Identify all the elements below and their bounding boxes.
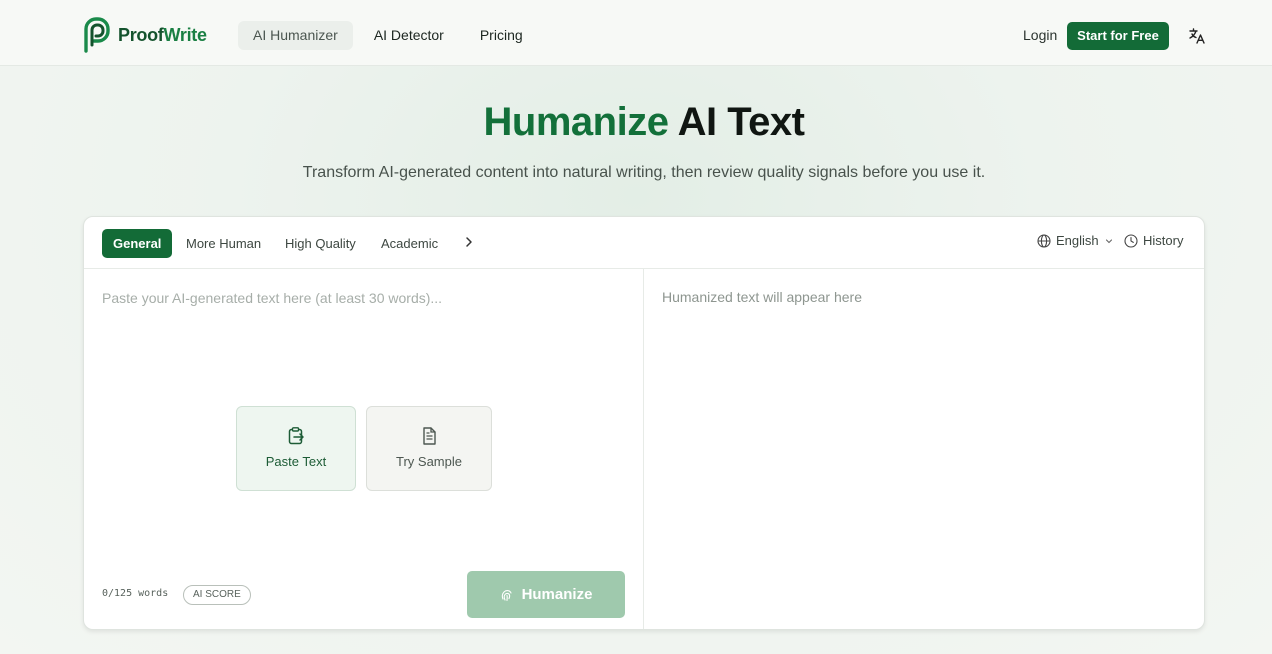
output-area: Humanized text will appear here xyxy=(662,289,862,305)
tab-more-human[interactable]: More Human xyxy=(186,229,261,258)
globe-icon xyxy=(1037,233,1051,248)
brand-name: ProofWrite xyxy=(118,25,207,45)
tab-general[interactable]: General xyxy=(102,229,173,258)
clipboard-paste-icon xyxy=(288,427,304,445)
title-rest: AI Text xyxy=(677,100,805,144)
top-header: ProofWrite AI Humanizer AI Detector Pric… xyxy=(0,0,1272,66)
chevron-down-icon xyxy=(1105,238,1112,243)
login-link[interactable]: Login xyxy=(1023,27,1057,43)
brand-logo[interactable]: ProofWrite xyxy=(82,17,207,54)
document-icon xyxy=(423,427,436,445)
humanize-button[interactable]: Humanize xyxy=(467,571,625,618)
language-label: English xyxy=(1056,233,1099,248)
translate-icon[interactable] xyxy=(1188,27,1206,45)
paste-text-label: Paste Text xyxy=(265,454,327,469)
nav-ai-detector[interactable]: AI Detector xyxy=(359,21,459,50)
page-title: Humanize AI Text xyxy=(0,100,1272,145)
tab-academic[interactable]: Academic xyxy=(381,229,438,258)
title-accent: Humanize xyxy=(483,100,669,144)
nav-pricing[interactable]: Pricing xyxy=(465,21,538,50)
main-nav: AI Humanizer AI Detector Pricing xyxy=(238,21,538,50)
start-for-free-button[interactable]: Start for Free xyxy=(1067,22,1169,50)
tab-high-quality[interactable]: High Quality xyxy=(285,229,356,258)
chevron-right-icon[interactable] xyxy=(462,235,476,249)
input-textarea[interactable]: Paste your AI-generated text here (at le… xyxy=(102,290,442,306)
history-button[interactable]: History xyxy=(1124,233,1183,248)
panel-divider xyxy=(643,269,644,629)
word-count: 0/125 words xyxy=(102,588,169,599)
humanize-label: Humanize xyxy=(521,586,593,603)
history-label: History xyxy=(1143,233,1184,248)
proofwrite-logo-icon xyxy=(84,17,110,53)
clock-icon xyxy=(1124,233,1138,248)
nav-ai-humanizer[interactable]: AI Humanizer xyxy=(238,21,353,50)
paste-text-button[interactable]: Paste Text xyxy=(236,406,356,491)
language-select[interactable]: English xyxy=(1037,233,1114,248)
mode-toolbar: General More Human High Quality Academic… xyxy=(84,217,1204,269)
humanizer-card: General More Human High Quality Academic… xyxy=(83,216,1205,630)
fingerprint-icon xyxy=(501,589,512,601)
ai-score-badge[interactable]: AI SCORE xyxy=(183,585,251,605)
try-sample-button[interactable]: Try Sample xyxy=(366,406,492,491)
try-sample-label: Try Sample xyxy=(396,454,462,469)
page-subtitle: Transform AI-generated content into natu… xyxy=(302,164,986,181)
